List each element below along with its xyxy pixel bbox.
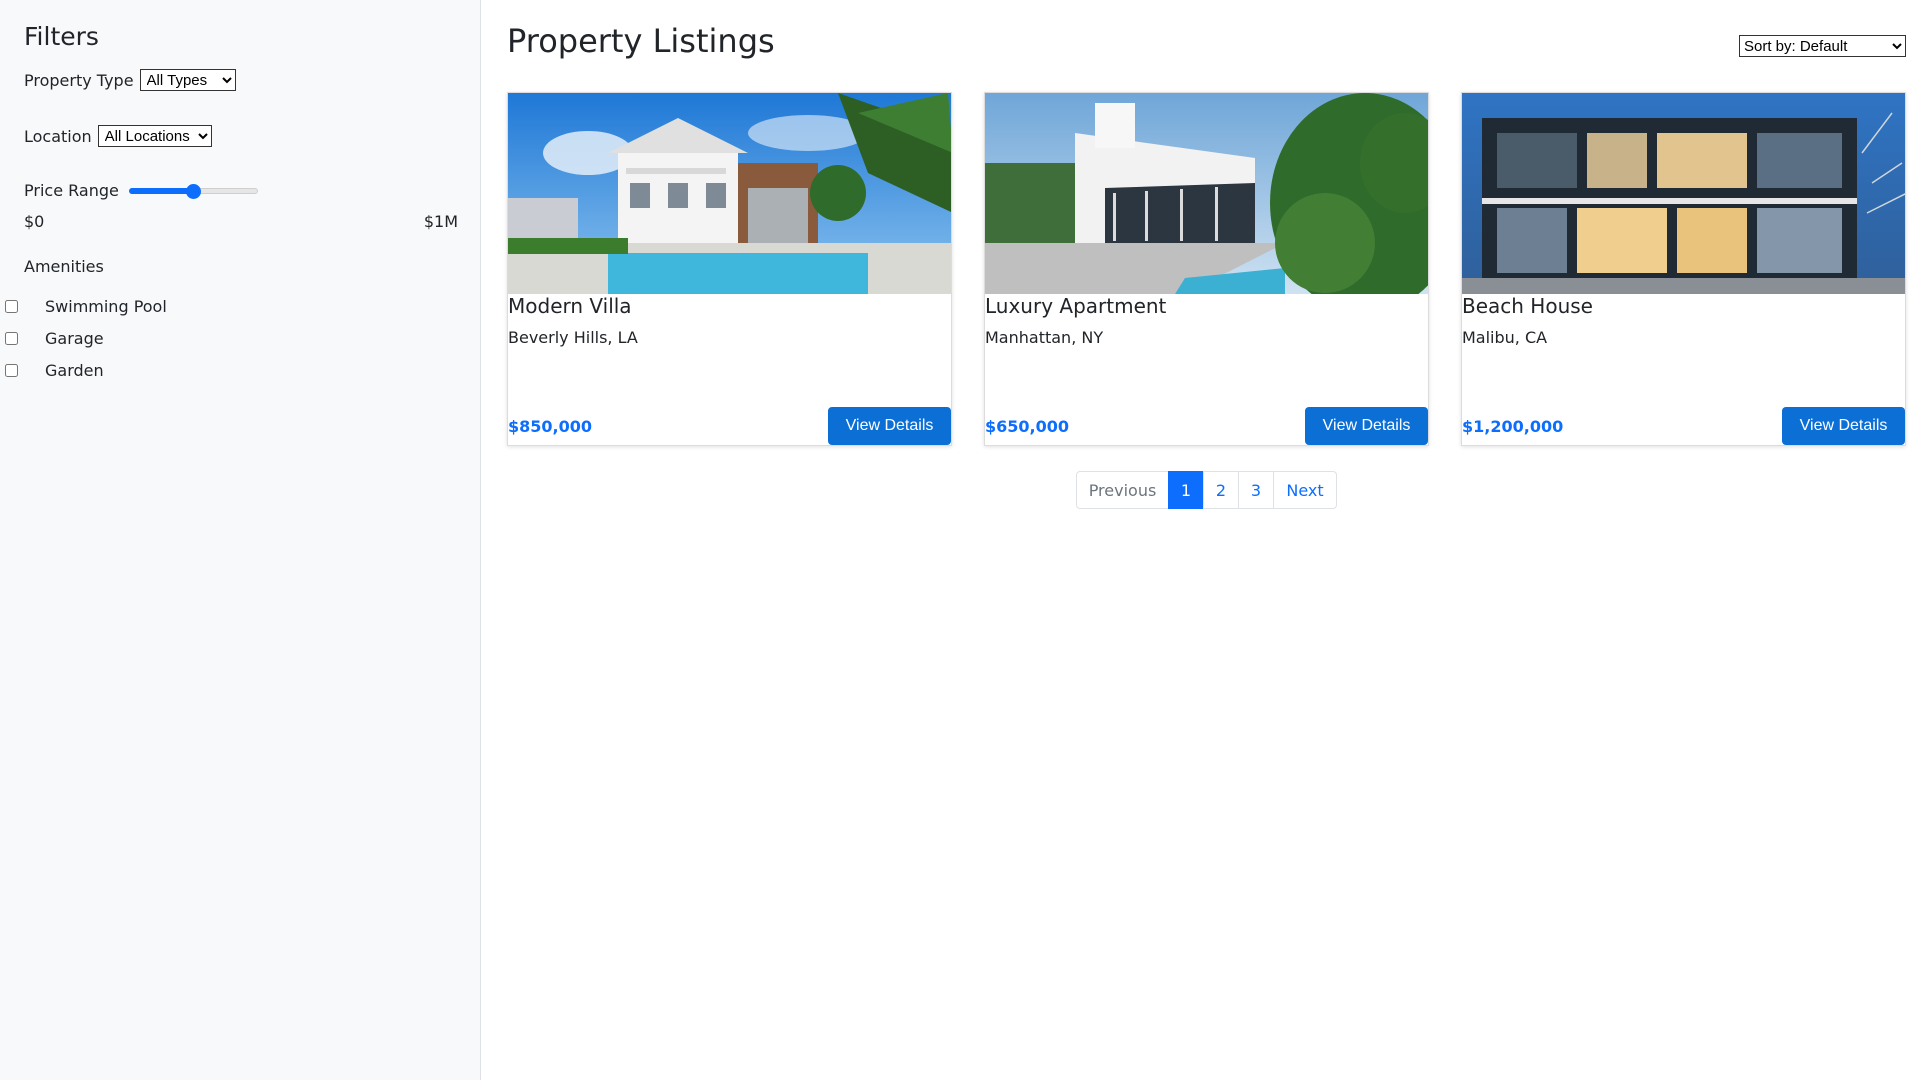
pagination-page-2[interactable]: 2	[1203, 471, 1239, 509]
listings-main: Property Listings Sort by: Default Moder…	[481, 0, 1920, 1080]
amenity-label: Swimming Pool	[45, 296, 167, 316]
amenity-label: Garden	[45, 360, 104, 380]
listing-title: Luxury Apartment	[985, 294, 1167, 318]
amenity-swimming-pool: Swimming Pool	[5, 290, 456, 322]
listing-card: Modern Villa Beverly Hills, LA $850,000 …	[507, 92, 952, 446]
listing-price: $850,000	[508, 416, 593, 436]
amenity-garden: Garden	[5, 354, 456, 386]
listing-cards: Modern Villa Beverly Hills, LA $850,000 …	[507, 92, 1906, 446]
location-select[interactable]: All Locations	[97, 125, 212, 147]
property-type-filter: Property Type All Types	[24, 69, 456, 91]
property-photo	[1462, 93, 1905, 294]
view-details-button[interactable]: View Details	[828, 407, 951, 445]
garden-checkbox[interactable]	[5, 363, 18, 377]
price-range-label: Price Range	[24, 181, 119, 200]
listings-header: Property Listings Sort by: Default	[507, 20, 1906, 92]
location-filter: Location All Locations	[24, 125, 456, 147]
pagination-next[interactable]: Next	[1273, 471, 1337, 509]
listing-footer: $650,000 View Details	[985, 407, 1428, 445]
listing-location: Beverly Hills, LA	[508, 328, 638, 347]
pagination: Previous 1 2 3 Next	[507, 471, 1906, 509]
listing-price: $1,200,000	[1462, 416, 1564, 436]
listing-price: $650,000	[985, 416, 1070, 436]
garage-checkbox[interactable]	[5, 331, 18, 345]
sort-select[interactable]: Sort by: Default	[1739, 35, 1906, 57]
property-type-label: Property Type	[24, 70, 134, 90]
amenities-title: Amenities	[24, 257, 104, 276]
pagination-page-3[interactable]: 3	[1238, 471, 1274, 509]
listing-title: Modern Villa	[508, 294, 632, 318]
listing-card: Beach House Malibu, CA $1,200,000 View D…	[1461, 92, 1906, 446]
listing-location: Manhattan, NY	[985, 328, 1104, 347]
listing-footer: $1,200,000 View Details	[1462, 407, 1905, 445]
price-range-bounds: $0 $1M	[24, 212, 458, 231]
pagination-page-1[interactable]: 1	[1168, 471, 1204, 509]
swimming-pool-checkbox[interactable]	[5, 299, 18, 313]
listing-footer: $850,000 View Details	[508, 407, 951, 445]
page-title: Property Listings	[507, 22, 775, 60]
pagination-previous[interactable]: Previous	[1076, 471, 1169, 509]
filters-title: Filters	[24, 22, 99, 51]
price-min-label: $0	[24, 212, 45, 231]
price-range-slider[interactable]	[128, 183, 258, 199]
view-details-button[interactable]: View Details	[1305, 407, 1428, 445]
price-range-filter: Price Range	[24, 181, 456, 200]
price-max-label: $1M	[423, 212, 458, 231]
listing-title: Beach House	[1462, 294, 1593, 318]
filters-sidebar: Filters Property Type All Types Location…	[0, 0, 481, 1080]
listing-location: Malibu, CA	[1462, 328, 1548, 347]
listing-card: Luxury Apartment Manhattan, NY $650,000 …	[984, 92, 1429, 446]
slider-fill	[128, 187, 194, 194]
slider-thumb[interactable]	[186, 183, 202, 199]
property-photo	[508, 93, 951, 294]
amenity-garage: Garage	[5, 322, 456, 354]
property-photo	[985, 93, 1428, 294]
view-details-button[interactable]: View Details	[1782, 407, 1905, 445]
location-label: Location	[24, 126, 92, 146]
amenity-label: Garage	[45, 328, 104, 348]
property-type-select[interactable]: All Types	[139, 69, 236, 91]
